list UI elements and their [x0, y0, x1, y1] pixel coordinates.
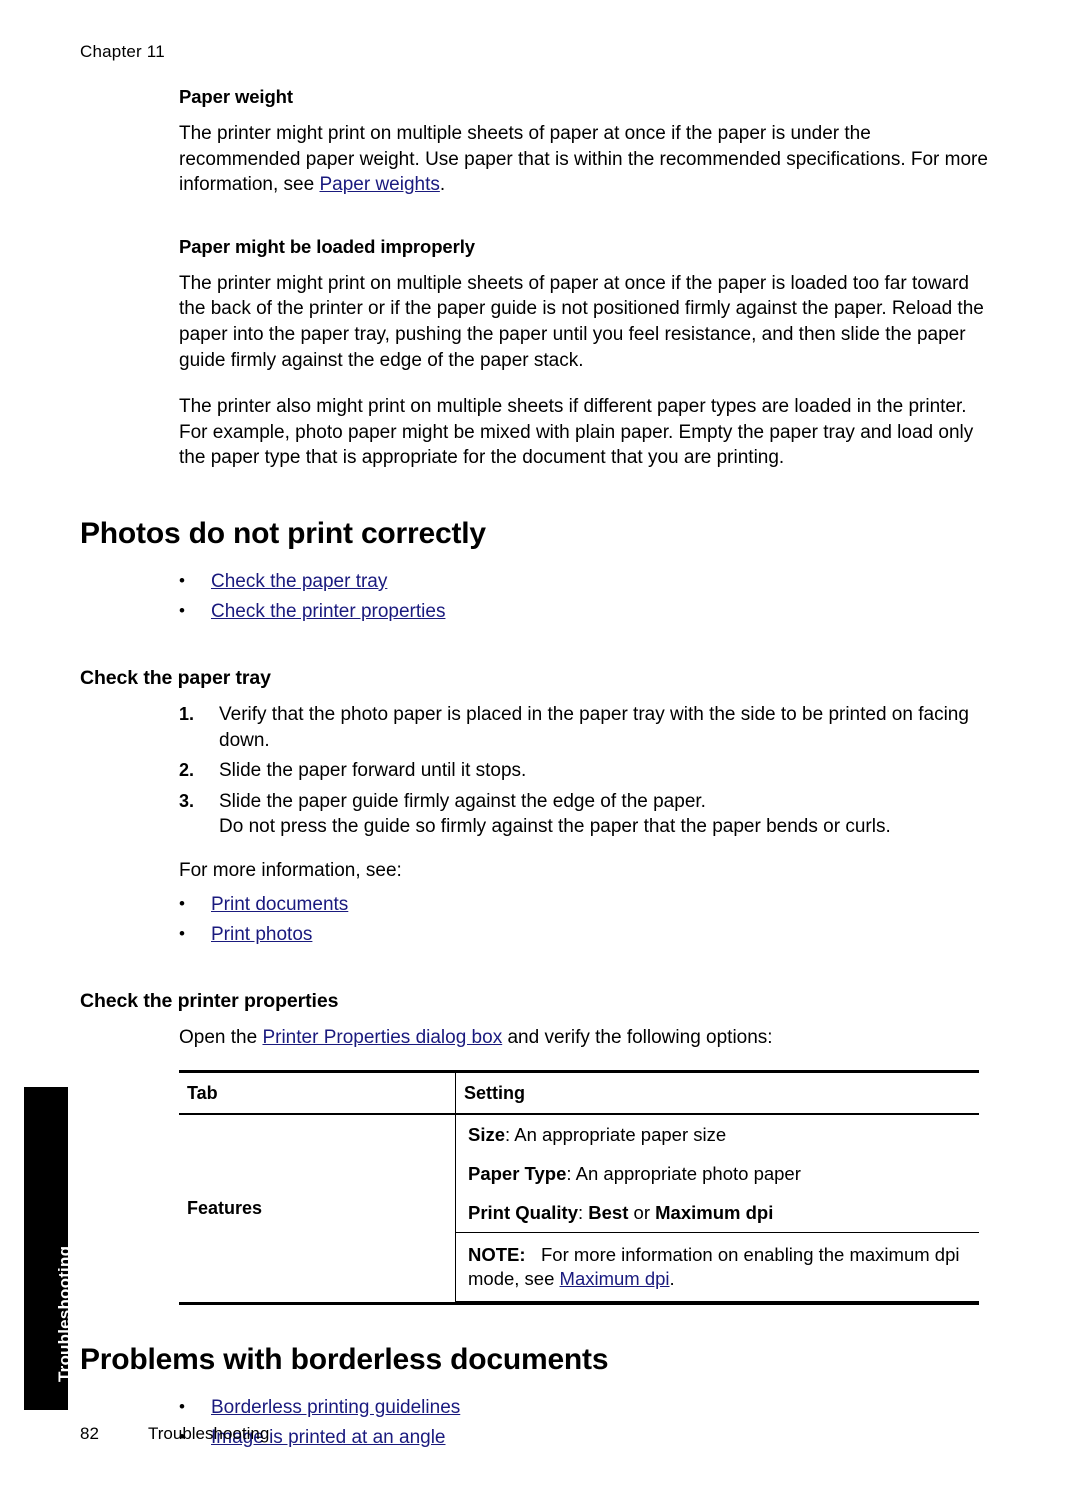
- cell-tab-features: Features: [179, 1114, 456, 1306]
- page-content: Paper weight The printer might print on …: [80, 86, 990, 1453]
- step-3-text: Slide the paper guide firmly against the…: [219, 790, 706, 812]
- link-borderless-printing-guidelines[interactable]: Borderless printing guidelines: [211, 1397, 460, 1418]
- step-item: Slide the paper guide firmly against the…: [179, 789, 1019, 840]
- page-footer: 82 Troubleshooting: [80, 1424, 269, 1444]
- setting-size: Size: An appropriate paper size: [456, 1115, 979, 1154]
- side-tab-troubleshooting: Troubleshooting: [24, 1087, 74, 1410]
- more-information-label: For more information, see:: [179, 859, 402, 881]
- check-paper-tray-link-list: Print documents Print photos: [179, 889, 990, 950]
- column-header-setting: Setting: [455, 1070, 979, 1116]
- setting-print-quality: Print Quality: Best or Maximum dpi: [456, 1193, 979, 1234]
- setting-size-label: Size: [468, 1124, 506, 1146]
- column-header-tab: Tab: [179, 1070, 456, 1116]
- photos-link-list: Check the paper tray Check the printer p…: [179, 566, 990, 627]
- list-item: Check the paper tray: [179, 566, 990, 597]
- setting-paper-type: Paper Type: An appropriate photo paper: [456, 1154, 979, 1193]
- setting-print-quality-or: or: [628, 1202, 656, 1224]
- setting-print-quality-label: Print Quality: [468, 1202, 578, 1224]
- link-paper-weights[interactable]: Paper weights: [319, 174, 439, 195]
- printer-properties-text-b: and verify the following options:: [502, 1026, 773, 1048]
- section-title-borderless: Problems with borderless documents: [80, 1343, 609, 1377]
- link-check-paper-tray[interactable]: Check the paper tray: [211, 571, 387, 592]
- list-item: Check the printer properties: [179, 596, 990, 627]
- link-printer-properties-dialog-box[interactable]: Printer Properties dialog box: [262, 1027, 502, 1048]
- table-row: Features Size: An appropriate paper size…: [179, 1114, 979, 1306]
- footer-page-number: 82: [80, 1424, 99, 1443]
- section-title-photos: Photos do not print correctly: [80, 516, 486, 550]
- cell-settings: Size: An appropriate paper size Paper Ty…: [455, 1114, 979, 1306]
- link-maximum-dpi[interactable]: Maximum dpi: [560, 1268, 670, 1289]
- list-item: Print photos: [179, 919, 990, 950]
- paragraph-loaded-improperly-2: The printer also might print on multiple…: [179, 396, 974, 469]
- list-item: Borderless printing guidelines: [179, 1392, 990, 1423]
- paragraph-paper-weight: The printer might print on multiple shee…: [179, 121, 989, 198]
- paper-weight-text-a: The printer might print on multiple shee…: [179, 123, 988, 196]
- setting-size-text: : An appropriate paper size: [505, 1124, 727, 1146]
- paragraph-open-printer-properties: Open the Printer Properties dialog box a…: [179, 1025, 989, 1051]
- step-item: Slide the paper forward until it stops.: [179, 758, 527, 783]
- setting-paper-type-text: : An appropriate photo paper: [566, 1163, 801, 1185]
- paper-weight-text-b: .: [439, 174, 446, 196]
- heading-loaded-improperly: Paper might be loaded improperly: [179, 235, 475, 257]
- link-print-photos[interactable]: Print photos: [211, 924, 312, 945]
- link-print-documents[interactable]: Print documents: [211, 894, 348, 915]
- chapter-label: Chapter 11: [80, 42, 165, 61]
- setting-print-quality-sep: :: [578, 1202, 589, 1224]
- side-tab-label: Troubleshooting: [55, 1245, 74, 1382]
- heading-check-printer-properties: Check the printer properties: [80, 989, 339, 1012]
- footer-section-name: Troubleshooting: [148, 1424, 270, 1443]
- borderless-link-list: Borderless printing guidelines Image is …: [179, 1392, 990, 1453]
- link-check-printer-properties[interactable]: Check the printer properties: [211, 601, 445, 622]
- note-label: NOTE:: [468, 1244, 526, 1266]
- document-page: Chapter 11 Paper weight The printer migh…: [0, 0, 1080, 1495]
- list-item: Image is printed at an angle: [179, 1422, 990, 1453]
- heading-check-paper-tray: Check the paper tray: [80, 666, 271, 689]
- setting-paper-type-label: Paper Type: [468, 1163, 567, 1185]
- step-item: Verify that the photo paper is placed in…: [179, 702, 969, 751]
- printer-properties-table: Tab Setting Features Size: An appropriat…: [179, 1070, 979, 1306]
- check-paper-tray-steps: Verify that the photo paper is placed in…: [179, 702, 990, 840]
- table-header-row: Tab Setting: [179, 1070, 979, 1116]
- printer-properties-text-a: Open the: [179, 1026, 263, 1048]
- setting-print-quality-best: Best: [588, 1202, 629, 1224]
- note-text-b: .: [669, 1268, 675, 1290]
- setting-print-quality-maxdpi: Maximum dpi: [655, 1202, 774, 1224]
- setting-note: NOTE: For more information on enabling t…: [456, 1233, 979, 1303]
- heading-paper-weight: Paper weight: [179, 86, 293, 107]
- step-3-extra: Do not press the guide so firmly against…: [219, 816, 891, 838]
- list-item: Print documents: [179, 889, 990, 920]
- paragraph-loaded-improperly-1: The printer might print on multiple shee…: [179, 272, 984, 371]
- note-text-a: For more information on enabling the max…: [468, 1244, 960, 1290]
